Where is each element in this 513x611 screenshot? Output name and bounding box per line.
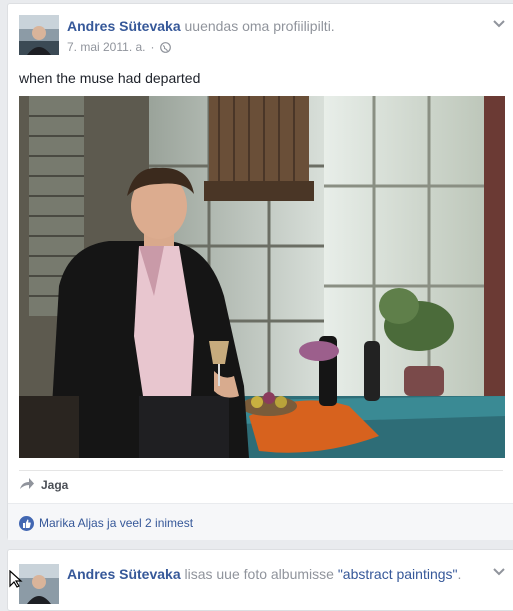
reactions-bar: Marika Aljas ja veel 2 inimest [8,503,513,540]
share-arrow-icon [19,477,35,493]
post-card: Andres Sütevaka lisas uue foto albumisse… [7,549,513,611]
author-name-link[interactable]: Andres Sütevaka [67,18,181,34]
reactions-summary-link[interactable]: Marika Aljas ja veel 2 inimest [39,516,193,530]
author-name-link[interactable]: Andres Sütevaka [67,566,181,582]
album-link[interactable]: "abstract paintings" [338,566,458,582]
globe-icon[interactable] [159,41,171,53]
post-timestamp[interactable]: 7. mai 2011. a. [67,40,146,54]
chevron-down-icon[interactable] [492,16,506,28]
share-button[interactable]: Jaga [19,477,68,493]
post-action-text: uuendas oma profiilipilti. [184,18,335,34]
divider [19,470,503,471]
share-label: Jaga [41,478,69,492]
sentence-period: . [457,566,462,582]
meta-separator: · [150,40,155,54]
mouse-cursor [9,569,23,593]
like-icon[interactable] [19,516,34,531]
post-card: Andres Sütevaka uuendas oma profiilipilt… [7,3,513,540]
author-avatar[interactable] [19,564,59,604]
author-avatar[interactable] [19,15,59,55]
post-photo[interactable] [19,96,505,458]
post-action-text: lisas uue foto albumisse [184,566,334,582]
chevron-down-icon[interactable] [492,564,506,576]
post-caption: when the muse had departed [19,70,201,86]
